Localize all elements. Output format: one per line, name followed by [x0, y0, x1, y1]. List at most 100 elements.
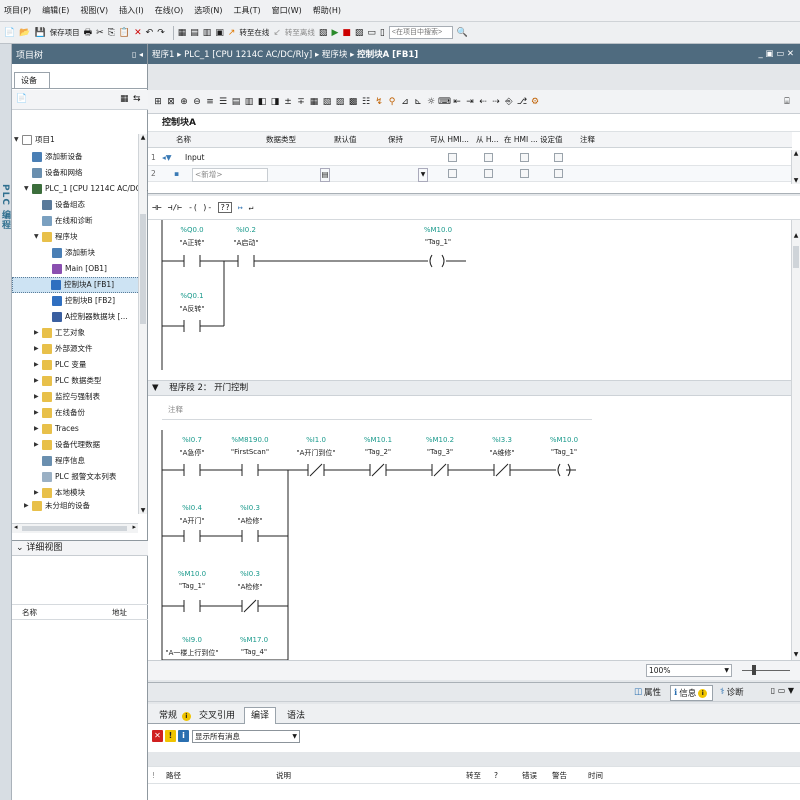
operand-address[interactable]: %I0.3 — [220, 570, 280, 578]
split-horizontal-icon[interactable]: ▭ — [367, 28, 376, 38]
breadcrumb-project[interactable]: 程序1 — [152, 50, 174, 60]
setpoint-checkbox[interactable] — [554, 169, 563, 178]
operand-address[interactable]: %I0.3 — [220, 504, 280, 512]
tree-item-ungrouped-devices[interactable]: ▶ 未分组的设备 — [24, 501, 90, 511]
minimize-icon[interactable]: _ — [758, 49, 762, 59]
menu-tools[interactable]: 工具(T) — [233, 5, 260, 16]
close-all-networks-icon[interactable]: ☰ — [217, 96, 229, 108]
expand-arrow-icon[interactable]: ▶ — [34, 373, 42, 389]
restore-icon[interactable]: ▣ — [765, 49, 773, 59]
expand-arrow-icon[interactable]: ▶ — [34, 357, 42, 373]
tree-item-program-blocks[interactable]: ▼ 程序块 — [34, 229, 78, 245]
normally-open-contact-icon[interactable]: ⊣⊢ — [152, 203, 162, 212]
absolute-operands-icon[interactable]: ◧ — [256, 96, 268, 108]
comments-icon[interactable]: ▨ — [334, 96, 346, 108]
operand-tag[interactable]: "A开门到位" — [286, 448, 346, 458]
scroll-up-icon[interactable]: ▲ — [139, 134, 147, 141]
project-tree-hscroll[interactable]: ◂ ▸ — [12, 523, 138, 533]
open-branch-icon[interactable]: ↦ — [238, 203, 243, 212]
expand-arrow-icon[interactable]: ▼ — [34, 229, 42, 245]
shortcut-5-icon[interactable]: ⇤ — [451, 96, 463, 108]
tree-item-device-config[interactable]: 设备组态 — [42, 197, 85, 213]
go-to-next-error-icon[interactable]: ∓ — [295, 96, 307, 108]
operand-tag[interactable]: "A反转" — [162, 304, 222, 314]
stop-cpu-icon[interactable]: ■ — [342, 28, 351, 38]
expand-arrow-icon[interactable]: ▶ — [24, 501, 32, 511]
operand-tag[interactable]: "A正转" — [162, 238, 222, 248]
tree-item-project[interactable]: ▼ 项目1 — [14, 132, 55, 148]
scroll-up-icon[interactable]: ▲ — [792, 232, 800, 239]
breadcrumb-block[interactable]: 控制块A [FB1] — [357, 50, 418, 60]
scroll-thumb[interactable] — [22, 526, 127, 531]
open-all-networks-icon[interactable]: ≡ — [204, 96, 216, 108]
collapse-network-icon[interactable]: ▼ — [152, 383, 159, 393]
operand-address[interactable]: %I0.4 — [162, 504, 222, 512]
insert-row-icon[interactable]: ⊕ — [178, 96, 190, 108]
delete-icon[interactable]: ✕ — [134, 28, 142, 38]
download-icon[interactable]: ▤ — [190, 28, 199, 38]
print-icon[interactable]: 🖶 — [84, 25, 93, 41]
operand-tag[interactable]: "Tag_3" — [410, 448, 470, 456]
copy-icon[interactable]: ⎘ — [108, 28, 115, 38]
navigation-icon[interactable]: ▤ — [230, 96, 242, 108]
breadcrumb-program-blocks[interactable]: 程序块 — [322, 50, 348, 60]
interface-row-new[interactable]: 2 ▪ <新增> ▤ ▼ — [148, 166, 792, 182]
tag-info-icon[interactable]: ☷ — [360, 96, 372, 108]
operand-address[interactable]: %M10.0 — [162, 570, 222, 578]
keyboard-icon[interactable]: ⌸ — [781, 96, 793, 108]
operand-address[interactable]: %I0.7 — [162, 436, 222, 444]
menu-insert[interactable]: 插入(I) — [119, 5, 144, 16]
network-title[interactable]: 开门控制 — [214, 383, 248, 393]
tab-devices[interactable]: 设备 — [14, 72, 50, 88]
go-to-previous-error-icon[interactable]: ± — [282, 96, 294, 108]
operand-address[interactable]: %Q0.0 — [162, 226, 222, 234]
shortcut-11-icon[interactable]: ⚙ — [529, 96, 541, 108]
operand-tag[interactable]: "A开门" — [162, 516, 222, 526]
coil-icon[interactable]: -( )- — [188, 203, 212, 212]
coil-address[interactable]: %M10.0 — [534, 436, 594, 444]
symbol-info-icon[interactable]: ◨ — [269, 96, 281, 108]
operand-address[interactable]: %M10.1 — [348, 436, 408, 444]
compile-icon[interactable]: ▦ — [178, 28, 187, 38]
operand-address[interactable]: %M10.2 — [410, 436, 470, 444]
inspector-window-controls[interactable]: ▯ ▭ ▼ — [771, 686, 794, 695]
shortcut-2-icon[interactable]: ⊾ — [412, 96, 424, 108]
plc-programming-label[interactable]: PLC 编程 — [0, 184, 12, 230]
operand-tag[interactable]: "A检修" — [220, 582, 280, 592]
coil-tag[interactable]: "Tag_1" — [408, 238, 468, 246]
scroll-left-icon[interactable]: ◂ — [14, 523, 18, 531]
coil-tag[interactable]: "Tag_1" — [534, 448, 594, 456]
view-toggle-icon[interactable]: ▦ — [120, 94, 129, 104]
go-offline-button[interactable]: 转至离线 — [285, 27, 315, 38]
upload-icon[interactable]: ▥ — [203, 28, 212, 38]
tree-item-online-backups[interactable]: ▶ 在线备份 — [34, 405, 85, 421]
menu-help[interactable]: 帮助(H) — [313, 5, 341, 16]
interface-section-name[interactable]: Input — [185, 150, 204, 166]
operand-address[interactable]: %M17.0 — [224, 636, 284, 644]
float-icon[interactable]: ▭ — [776, 49, 784, 59]
coil-address[interactable]: %M10.0 — [408, 226, 468, 234]
operand-address[interactable]: %I0.2 — [216, 226, 276, 234]
chevron-down-icon[interactable]: ▼ — [292, 731, 297, 742]
menu-edit[interactable]: 编辑(E) — [42, 5, 69, 16]
save-project-icon[interactable]: 💾 — [34, 28, 45, 38]
close-branch-icon[interactable]: ↵ — [249, 203, 254, 212]
shortcut-1-icon[interactable]: ⊿ — [399, 96, 411, 108]
new-project-icon[interactable]: 📄 — [4, 28, 15, 38]
shortcut-10-icon[interactable]: ⎇ — [516, 96, 528, 108]
shortcut-7-icon[interactable]: ⇠ — [477, 96, 489, 108]
network-2-header[interactable]: ▼ 程序段 2： 开门控制 — [148, 380, 792, 396]
tree-item-online-diagnostics[interactable]: 在线和诊断 — [42, 213, 93, 229]
update-calls-icon[interactable]: ▦ — [308, 96, 320, 108]
operand-tag[interactable]: "A检修" — [220, 516, 280, 526]
search-icon[interactable]: 🔍 — [457, 28, 468, 38]
tree-item-plc1[interactable]: ▼ PLC_1 [CPU 1214C AC/DC... — [24, 181, 148, 197]
expand-arrow-icon[interactable]: ▶ — [34, 485, 42, 501]
expand-arrow-icon[interactable]: ▶ — [34, 389, 42, 405]
properties-tab[interactable]: ◫ 属性 — [634, 686, 661, 698]
tree-item-local-modules[interactable]: ▶ 本地模块 — [34, 485, 85, 501]
menu-online[interactable]: 在线(O) — [155, 5, 184, 16]
accessible-devices-icon[interactable]: ▧ — [319, 28, 328, 38]
ladder-vscroll[interactable]: ▲ ▼ — [791, 220, 800, 660]
cut-icon[interactable]: ✂ — [96, 28, 104, 38]
